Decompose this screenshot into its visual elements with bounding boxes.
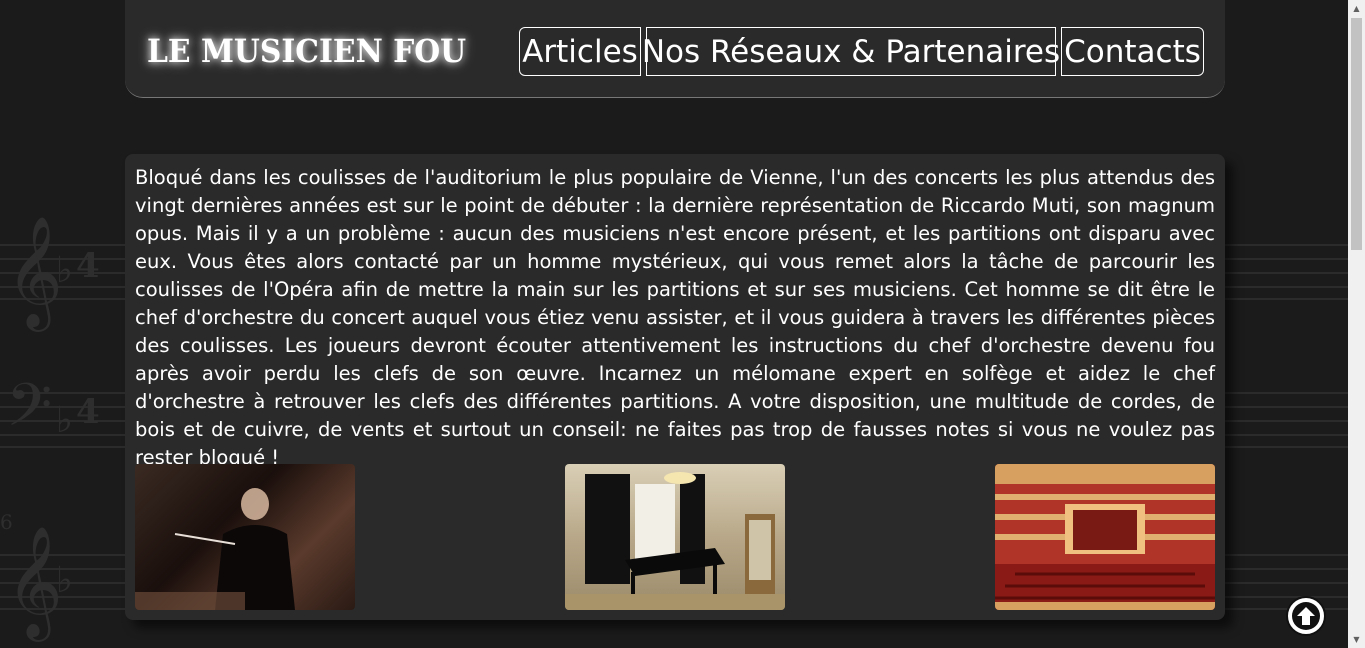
scroll-to-top-button[interactable] xyxy=(1286,596,1326,636)
scroll-down-arrow-icon[interactable]: ▼ xyxy=(1348,631,1365,648)
site-logo[interactable]: LE MUSICIEN FOU xyxy=(147,32,466,70)
flat-icon: ♭ xyxy=(56,400,73,441)
flat-icon: ♭ xyxy=(56,560,73,601)
intro-card: Bloqué dans les coulisses de l'auditoriu… xyxy=(125,154,1225,620)
treble-clef-icon: 𝄞 xyxy=(6,525,63,637)
nav-articles-button[interactable]: Articles xyxy=(519,27,641,76)
intro-paragraph: Bloqué dans les coulisses de l'auditoriu… xyxy=(135,166,1215,469)
opera-hall-photo xyxy=(995,464,1215,610)
arrow-up-circle-icon xyxy=(1292,602,1320,630)
scrollbar-thumb[interactable] xyxy=(1351,18,1362,250)
treble-clef-icon: 𝄞 xyxy=(6,215,63,327)
flat-icon: ♭ xyxy=(56,250,73,291)
scroll-up-arrow-icon[interactable]: ▲ xyxy=(1348,0,1365,17)
nav-reseaux-partenaires-button[interactable]: Nos Réseaux & Partenaires xyxy=(642,27,1060,76)
time-signature-icon: 4 xyxy=(76,246,100,286)
site-header: LE MUSICIEN FOU Articles Nos Réseaux & P… xyxy=(125,0,1225,98)
conductor-photo xyxy=(135,464,355,610)
bass-clef-icon: 𝄢 xyxy=(6,370,53,454)
piano-room-photo xyxy=(565,464,785,610)
nav-contacts-button[interactable]: Contacts xyxy=(1061,27,1204,76)
time-signature-icon: 4 xyxy=(76,392,100,432)
